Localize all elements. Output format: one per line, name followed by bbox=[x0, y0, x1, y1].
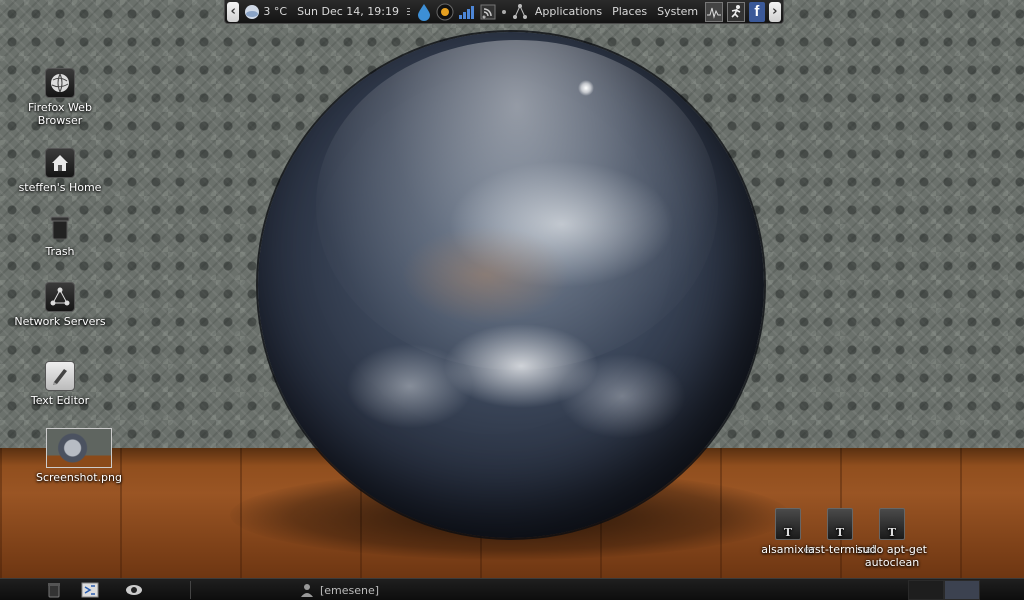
menu-grip-icon bbox=[406, 3, 412, 21]
terminal-script-icon: T bbox=[879, 508, 905, 540]
system-monitor-icon[interactable] bbox=[705, 1, 724, 22]
globe-gloss bbox=[316, 40, 718, 370]
media-player-icon[interactable] bbox=[436, 3, 454, 21]
weather-cloud-icon[interactable] bbox=[243, 3, 261, 21]
desktop-icon-network-servers[interactable]: Network Servers bbox=[10, 282, 110, 328]
eye-icon[interactable] bbox=[124, 581, 144, 599]
dot-separator-icon bbox=[500, 3, 508, 21]
top-panel: ‹ 3 °C Sun Dec 14, 19:19 Applications Pl… bbox=[224, 0, 784, 24]
clock[interactable]: Sun Dec 14, 19:19 bbox=[292, 5, 404, 18]
panel-scroll-left-button[interactable]: ‹ bbox=[227, 1, 240, 22]
facebook-icon[interactable]: f bbox=[749, 1, 765, 22]
launcher-label: sudo apt-get autoclean bbox=[857, 543, 927, 569]
desktop-icon-label: Screenshot.png bbox=[36, 471, 122, 484]
panel-separator bbox=[190, 581, 191, 599]
menu-system[interactable]: System bbox=[652, 5, 703, 18]
user-icon bbox=[301, 584, 313, 597]
desktop-icon-label: steffen's Home bbox=[18, 181, 102, 194]
panel-scroll-right-button[interactable]: › bbox=[768, 1, 781, 22]
desktop-icon-trash[interactable]: Trash bbox=[10, 214, 110, 258]
workspace-2[interactable] bbox=[944, 580, 980, 600]
rss-feed-icon[interactable] bbox=[480, 3, 496, 21]
water-drop-icon[interactable] bbox=[416, 3, 432, 21]
desktop-icon-home[interactable]: steffen's Home bbox=[10, 148, 110, 194]
desktop-icon-text-editor[interactable]: Text Editor bbox=[10, 361, 110, 407]
signal-strength-icon[interactable] bbox=[458, 3, 476, 21]
running-man-icon[interactable] bbox=[727, 1, 746, 22]
network-servers-icon bbox=[45, 282, 75, 312]
workspace-1[interactable] bbox=[908, 580, 944, 600]
desktop-icon-firefox[interactable]: Firefox Web Browser bbox=[10, 68, 110, 127]
menu-applications[interactable]: Applications bbox=[530, 5, 607, 18]
text-editor-icon bbox=[45, 361, 75, 391]
trash-icon bbox=[46, 214, 74, 242]
taskbar-button-emesene[interactable]: [emesene] bbox=[300, 581, 379, 599]
desktop-icon-label: Firefox Web Browser bbox=[28, 101, 92, 127]
desktop-icon-label: Network Servers bbox=[14, 315, 106, 328]
network-icon[interactable] bbox=[512, 3, 528, 21]
home-folder-icon bbox=[45, 148, 75, 178]
taskbar-label: [emesene] bbox=[320, 583, 380, 597]
launcher-apt-get-autoclean[interactable]: T sudo apt-get autoclean bbox=[842, 508, 942, 569]
globe-highlight bbox=[578, 80, 594, 96]
bottom-panel: [emesene] bbox=[0, 578, 1024, 600]
desktop-icon-label: Trash bbox=[45, 245, 75, 258]
desktop-icon-label: Text Editor bbox=[30, 394, 90, 407]
screenshot-thumbnail-icon bbox=[46, 428, 112, 468]
menu-places[interactable]: Places bbox=[607, 5, 652, 18]
globe-browser-icon bbox=[45, 68, 75, 98]
weather-temperature[interactable]: 3 °C bbox=[263, 5, 292, 18]
show-desktop-icon[interactable] bbox=[80, 581, 100, 599]
trash-applet-icon[interactable] bbox=[44, 581, 64, 599]
desktop-icon-screenshot[interactable]: Screenshot.png bbox=[29, 428, 129, 484]
